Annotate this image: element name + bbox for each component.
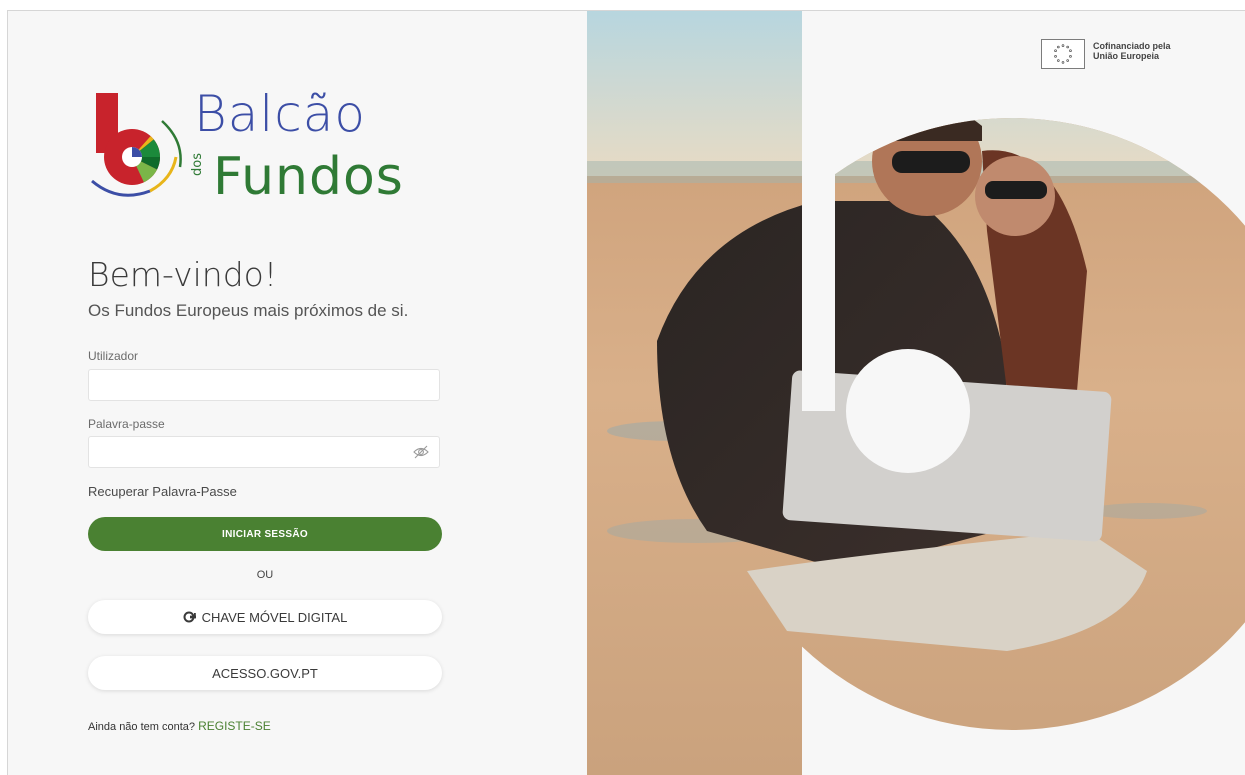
eu-flag-icon: [1041, 39, 1085, 69]
brand-logo: Balcão dos Fundos: [88, 85, 448, 211]
brand-name-main: Fundos: [213, 147, 404, 207]
cmd-login-button[interactable]: CHAVE MÓVEL DIGITAL: [88, 600, 442, 634]
eu-cofinancing-badge: Cofinanciado pela União Europeia: [1041, 39, 1171, 69]
brand-name-small: dos: [190, 153, 205, 176]
eu-badge-line1: Cofinanciado pela: [1093, 41, 1171, 51]
brand-name-top: Balcão: [194, 85, 366, 143]
recover-password-link[interactable]: Recuperar Palavra-Passe: [88, 484, 237, 499]
logo-b-icon: [91, 93, 182, 197]
mobile-key-icon: [183, 611, 196, 623]
login-button[interactable]: INICIAR SESSÃO: [88, 517, 442, 551]
username-label: Utilizador: [88, 349, 139, 363]
login-page: Balcão dos Fundos Bem-vindo! Os Fundos E…: [7, 10, 1245, 775]
welcome-title: Bem-vindo!: [88, 255, 278, 294]
password-label: Palavra-passe: [88, 417, 165, 431]
register-prompt-text: Ainda não tem conta?: [88, 721, 196, 733]
password-field[interactable]: [88, 436, 440, 468]
welcome-subtitle: Os Fundos Europeus mais próximos de si.: [88, 301, 409, 320]
gov-login-button[interactable]: ACESSO.GOV.PT: [88, 656, 442, 690]
register-link[interactable]: REGISTE-SE: [198, 719, 271, 733]
login-button-label: INICIAR SESSÃO: [222, 528, 308, 540]
username-input[interactable]: [88, 369, 440, 401]
eu-badge-text: Cofinanciado pela União Europeia: [1093, 41, 1171, 62]
gov-login-label: ACESSO.GOV.PT: [212, 665, 318, 681]
eye-off-icon[interactable]: [413, 445, 429, 459]
cmd-login-label: CHAVE MÓVEL DIGITAL: [201, 609, 348, 625]
register-prompt: Ainda não tem conta? REGISTE-SE: [88, 719, 271, 733]
eu-badge-line2: União Europeia: [1093, 51, 1160, 62]
or-separator: OU: [256, 569, 274, 581]
hero-photo: [587, 11, 1245, 775]
